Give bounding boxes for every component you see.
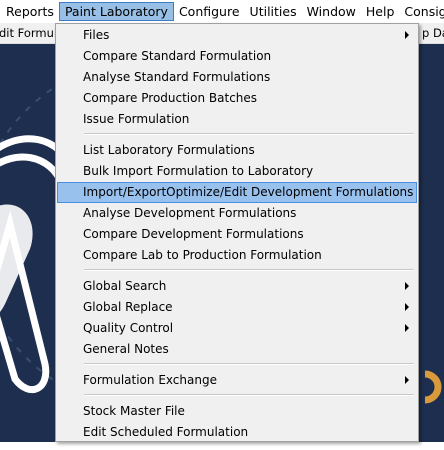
status-strip bbox=[0, 442, 444, 450]
menu-item-label: Bulk Import Formulation to Laboratory bbox=[83, 164, 314, 178]
menu-item-compare-development-formulations[interactable]: Compare Development Formulations bbox=[57, 224, 417, 245]
menu-configure[interactable]: Configure bbox=[174, 2, 245, 21]
menu-item-quality-control[interactable]: Quality Control bbox=[57, 318, 417, 339]
menu-item-issue-formulation[interactable]: Issue Formulation bbox=[57, 109, 417, 130]
menubar: Reports Paint Laboratory Configure Utili… bbox=[0, 0, 444, 23]
menu-item-label: Compare Lab to Production Formulation bbox=[83, 248, 322, 262]
paint-laboratory-dropdown: Files Compare Standard Formulation Analy… bbox=[55, 23, 419, 442]
menu-separator bbox=[84, 133, 414, 135]
menu-item-label: Issue Formulation bbox=[83, 112, 190, 126]
menu-item-label: Files bbox=[83, 28, 110, 42]
menu-window[interactable]: Window bbox=[302, 2, 361, 21]
menu-utilities[interactable]: Utilities bbox=[245, 2, 302, 21]
menu-consignment[interactable]: Consignment bbox=[399, 2, 444, 21]
menu-item-label: List Laboratory Formulations bbox=[83, 143, 255, 157]
menu-item-label: Global Search bbox=[83, 279, 167, 293]
menu-item-import-export-development-formulations[interactable]: Import/ExportOptimize/Edit Development F… bbox=[57, 182, 417, 203]
menu-item-label: Global Replace bbox=[83, 300, 173, 314]
menu-separator bbox=[84, 363, 414, 365]
menu-item-files[interactable]: Files bbox=[57, 25, 417, 46]
menu-item-list-laboratory-formulations[interactable]: List Laboratory Formulations bbox=[57, 140, 417, 161]
submenu-arrow-icon bbox=[405, 31, 409, 39]
menu-item-compare-lab-to-production[interactable]: Compare Lab to Production Formulation bbox=[57, 245, 417, 266]
menu-help[interactable]: Help bbox=[361, 2, 400, 21]
menu-item-label: Analyse Standard Formulations bbox=[83, 70, 271, 84]
menu-item-label: General Notes bbox=[83, 342, 169, 356]
submenu-arrow-icon bbox=[405, 282, 409, 290]
menu-item-label: Analyse Development Formulations bbox=[83, 206, 297, 220]
menu-item-global-replace[interactable]: Global Replace bbox=[57, 297, 417, 318]
menu-item-label: Compare Standard Formulation bbox=[83, 49, 272, 63]
menu-separator bbox=[84, 394, 414, 396]
toolbar-item-right[interactable]: p Da bbox=[422, 26, 444, 40]
menu-item-stock-master-file[interactable]: Stock Master File bbox=[57, 401, 417, 422]
menu-item-analyse-standard-formulations[interactable]: Analyse Standard Formulations bbox=[57, 67, 417, 88]
menu-item-label: Formulation Exchange bbox=[83, 373, 217, 387]
menu-separator bbox=[84, 269, 414, 271]
menu-reports[interactable]: Reports bbox=[1, 2, 59, 21]
menu-item-label: Quality Control bbox=[83, 321, 174, 335]
menu-item-label: Edit Scheduled Formulation bbox=[83, 425, 249, 439]
menu-paint-laboratory[interactable]: Paint Laboratory bbox=[58, 2, 174, 21]
submenu-arrow-icon bbox=[405, 303, 409, 311]
submenu-arrow-icon bbox=[405, 324, 409, 332]
menu-item-label: Compare Production Batches bbox=[83, 91, 258, 105]
menu-item-analyse-development-formulations[interactable]: Analyse Development Formulations bbox=[57, 203, 417, 224]
menu-item-edit-scheduled-formulation[interactable]: Edit Scheduled Formulation bbox=[57, 422, 417, 443]
menu-item-compare-production-batches[interactable]: Compare Production Batches bbox=[57, 88, 417, 109]
menu-item-label: Stock Master File bbox=[83, 404, 185, 418]
menu-item-label: Compare Development Formulations bbox=[83, 227, 304, 241]
menu-item-label: Import/ExportOptimize/Edit Development F… bbox=[83, 185, 414, 199]
menu-item-bulk-import-formulation[interactable]: Bulk Import Formulation to Laboratory bbox=[57, 161, 417, 182]
menu-item-formulation-exchange[interactable]: Formulation Exchange bbox=[57, 370, 417, 391]
menu-item-compare-standard-formulation[interactable]: Compare Standard Formulation bbox=[57, 46, 417, 67]
submenu-arrow-icon bbox=[405, 376, 409, 384]
menu-item-global-search[interactable]: Global Search bbox=[57, 276, 417, 297]
menu-item-general-notes[interactable]: General Notes bbox=[57, 339, 417, 360]
